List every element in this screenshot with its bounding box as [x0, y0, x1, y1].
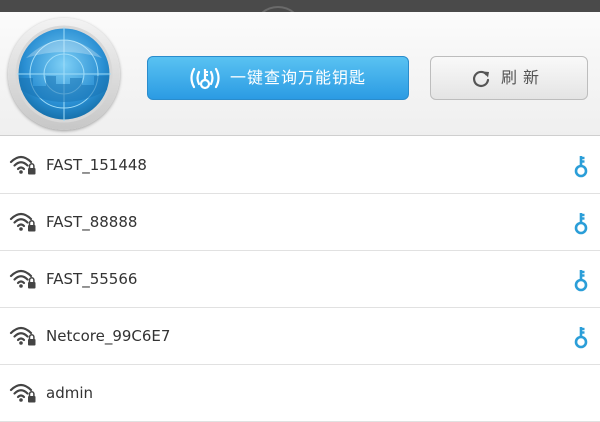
key-icon[interactable] — [573, 268, 589, 292]
wifi-key-icon — [190, 67, 220, 90]
network-row[interactable]: FAST_88888 — [0, 194, 600, 251]
network-ssid: admin — [46, 384, 93, 402]
wifi-locked-icon — [9, 212, 36, 232]
wifi-network-list: FAST_151448 FAST_88888 FAST_55566 Netcore_9… — [0, 137, 600, 422]
top-status-bar — [0, 0, 600, 12]
key-icon[interactable] — [573, 325, 589, 349]
key-icon[interactable] — [573, 211, 589, 235]
network-ssid: Netcore_99C6E7 — [46, 327, 171, 345]
refresh-button[interactable]: 刷新 — [430, 56, 588, 100]
one-click-query-button[interactable]: 一键查询万能钥匙 — [147, 56, 409, 100]
network-row[interactable]: Netcore_99C6E7 — [0, 308, 600, 365]
radar-icon[interactable] — [8, 18, 120, 130]
network-row[interactable]: FAST_55566 — [0, 251, 600, 308]
wifi-locked-icon — [9, 383, 36, 403]
refresh-icon — [472, 70, 490, 87]
query-button-label: 一键查询万能钥匙 — [230, 68, 367, 87]
network-ssid: FAST_55566 — [46, 270, 138, 288]
header-panel: 一键查询万能钥匙 刷新 — [0, 12, 600, 136]
key-icon[interactable] — [573, 154, 589, 178]
network-ssid: FAST_88888 — [46, 213, 138, 231]
network-ssid: FAST_151448 — [46, 156, 147, 174]
wifi-locked-icon — [9, 326, 36, 346]
network-row[interactable]: FAST_151448 — [0, 137, 600, 194]
wifi-locked-icon — [9, 155, 36, 175]
network-row[interactable]: admin — [0, 365, 600, 422]
refresh-button-label: 刷新 — [501, 68, 546, 87]
wifi-locked-icon — [9, 269, 36, 289]
